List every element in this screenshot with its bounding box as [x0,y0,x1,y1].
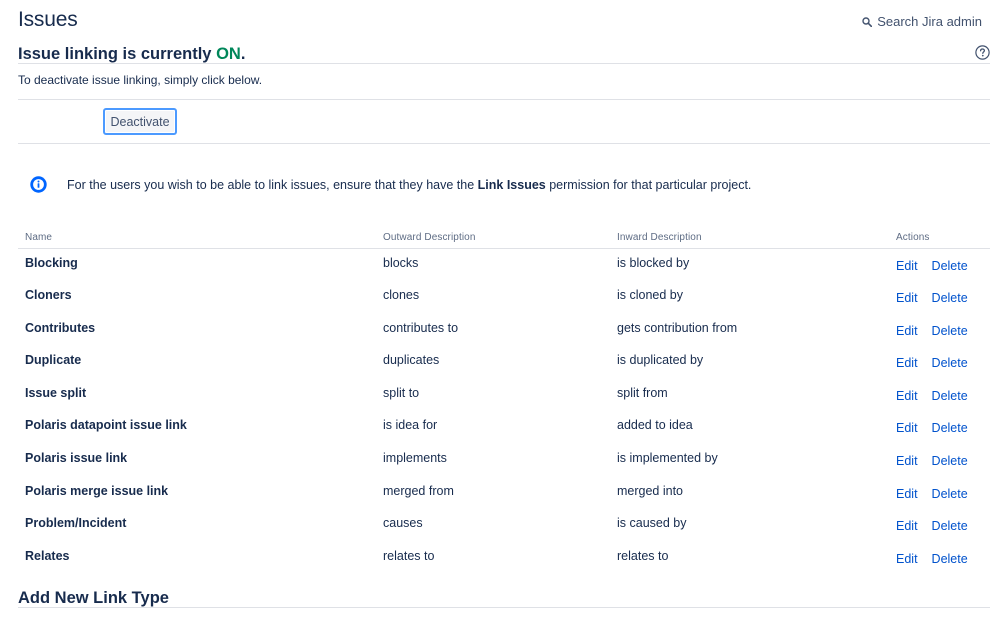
outward-description: clones [383,288,420,303]
info-text-before: For the users you wish to be able to lin… [67,177,478,192]
link-type-name: Duplicate [25,353,82,368]
edit-link[interactable]: Edit [896,552,918,566]
outward-description: split to [383,385,420,400]
link-type-name: Issue split [25,385,87,400]
inward-description: merged into [617,483,684,498]
row-actions: Edit Delete [889,281,990,314]
table-row: Duplicate duplicates is duplicated by Ed… [18,346,990,379]
inward-description: is blocked by [617,256,690,270]
row-actions: Edit Delete [889,509,990,542]
row-actions: Edit Delete [889,314,990,347]
link-type-name: Polaris datapoint issue link [25,418,187,433]
row-actions: Edit Delete [889,542,990,575]
info-circle-icon [30,176,47,193]
heading-suffix: . [240,45,246,63]
outward-description: causes [383,516,423,531]
delete-link[interactable]: Delete [932,454,968,468]
delete-link[interactable]: Delete [932,519,968,533]
link-type-name: Contributes [25,320,96,335]
heading-prefix: Issue linking is currently [18,45,217,63]
edit-link[interactable]: Edit [896,259,918,273]
link-type-name: Blocking [25,256,78,270]
inward-description: is caused by [617,516,687,531]
inward-description: relates to [617,548,669,563]
link-type-name: Relates [25,548,70,563]
table-row: Cloners clones is cloned by Edit Delete [18,281,990,314]
delete-link[interactable]: Delete [932,259,968,273]
link-types-table: Name Outward Description Inward Descript… [18,229,990,574]
deactivate-instruction: To deactivate issue linking, simply clic… [18,73,263,87]
outward-description: relates to [383,548,435,563]
outward-description: implements [383,451,447,466]
info-text: For the users you wish to be able to lin… [67,178,751,192]
search-icon [862,16,873,27]
inward-description: is duplicated by [617,353,704,368]
add-new-link-type-heading: Add New Link Type [18,589,169,607]
delete-link[interactable]: Delete [932,356,968,370]
inward-description: added to idea [617,418,693,433]
search-jira-admin-link[interactable]: Search Jira admin [862,14,982,29]
column-header-actions: Actions [889,229,990,249]
outward-description: blocks [383,256,419,270]
question-circle-icon[interactable] [975,45,990,60]
table-row: Problem/Incident causes is caused by Edi… [18,509,990,542]
row-actions: Edit Delete [889,346,990,379]
row-actions: Edit Delete [889,411,990,444]
deactivate-button[interactable]: Deactivate [103,108,177,135]
outward-description: merged from [383,483,454,498]
search-jira-admin-label: Search Jira admin [877,14,982,29]
link-issues-permission: Link Issues [477,177,546,192]
outward-description: is idea for [383,418,438,433]
link-type-name: Polaris issue link [25,451,128,466]
row-actions: Edit Delete [889,477,990,510]
table-row: Issue split split to split from Edit Dele… [18,379,990,412]
outward-description: duplicates [383,353,440,368]
table-row: Polaris issue link implements is impleme… [18,444,990,477]
table-row: Polaris merge issue link merged from mer… [18,477,990,510]
page-title: Issues [18,8,78,31]
row-actions: Edit Delete [889,379,990,412]
link-type-name: Problem/Incident [25,516,127,531]
column-header-outward: Outward Description [376,229,610,249]
row-actions: Edit Delete [889,249,990,282]
inward-description: split from [617,385,668,400]
issue-linking-heading: Issue linking is currently ON. [18,45,245,64]
delete-link[interactable]: Delete [932,421,968,435]
delete-link[interactable]: Delete [932,324,968,338]
info-text-after: permission for that particular project. [545,177,752,192]
info-message: For the users you wish to be able to lin… [30,176,751,193]
link-type-name: Polaris merge issue link [25,483,169,498]
linking-status: ON [216,45,241,63]
delete-link[interactable]: Delete [932,552,968,566]
table-header-row: Name Outward Description Inward Descript… [18,229,990,249]
instruction-divider [18,99,990,100]
inward-description: gets contribution from [617,320,738,335]
edit-link[interactable]: Edit [896,324,918,338]
table-row: Polaris datapoint issue link is idea for… [18,411,990,444]
delete-link[interactable]: Delete [932,389,968,403]
row-actions: Edit Delete [889,444,990,477]
column-header-inward: Inward Description [610,229,889,249]
edit-link[interactable]: Edit [896,454,918,468]
form-divider [18,143,990,144]
link-type-name: Cloners [25,288,72,303]
edit-link[interactable]: Edit [896,389,918,403]
outward-description: contributes to [383,320,459,335]
inward-description: is implemented by [617,451,718,466]
edit-link[interactable]: Edit [896,487,918,501]
heading-divider [18,63,990,64]
edit-link[interactable]: Edit [896,291,918,305]
table-row: Contributes contributes to gets contribu… [18,314,990,347]
table-row: Relates relates to relates to Edit Delete [18,542,990,575]
edit-link[interactable]: Edit [896,356,918,370]
inward-description: is cloned by [617,288,684,303]
table-row: Blocking blocks is blocked by Edit Delete [18,249,990,282]
add-section-divider [18,607,990,608]
edit-link[interactable]: Edit [896,421,918,435]
delete-link[interactable]: Delete [932,291,968,305]
delete-link[interactable]: Delete [932,487,968,501]
column-header-name: Name [18,229,376,249]
edit-link[interactable]: Edit [896,519,918,533]
